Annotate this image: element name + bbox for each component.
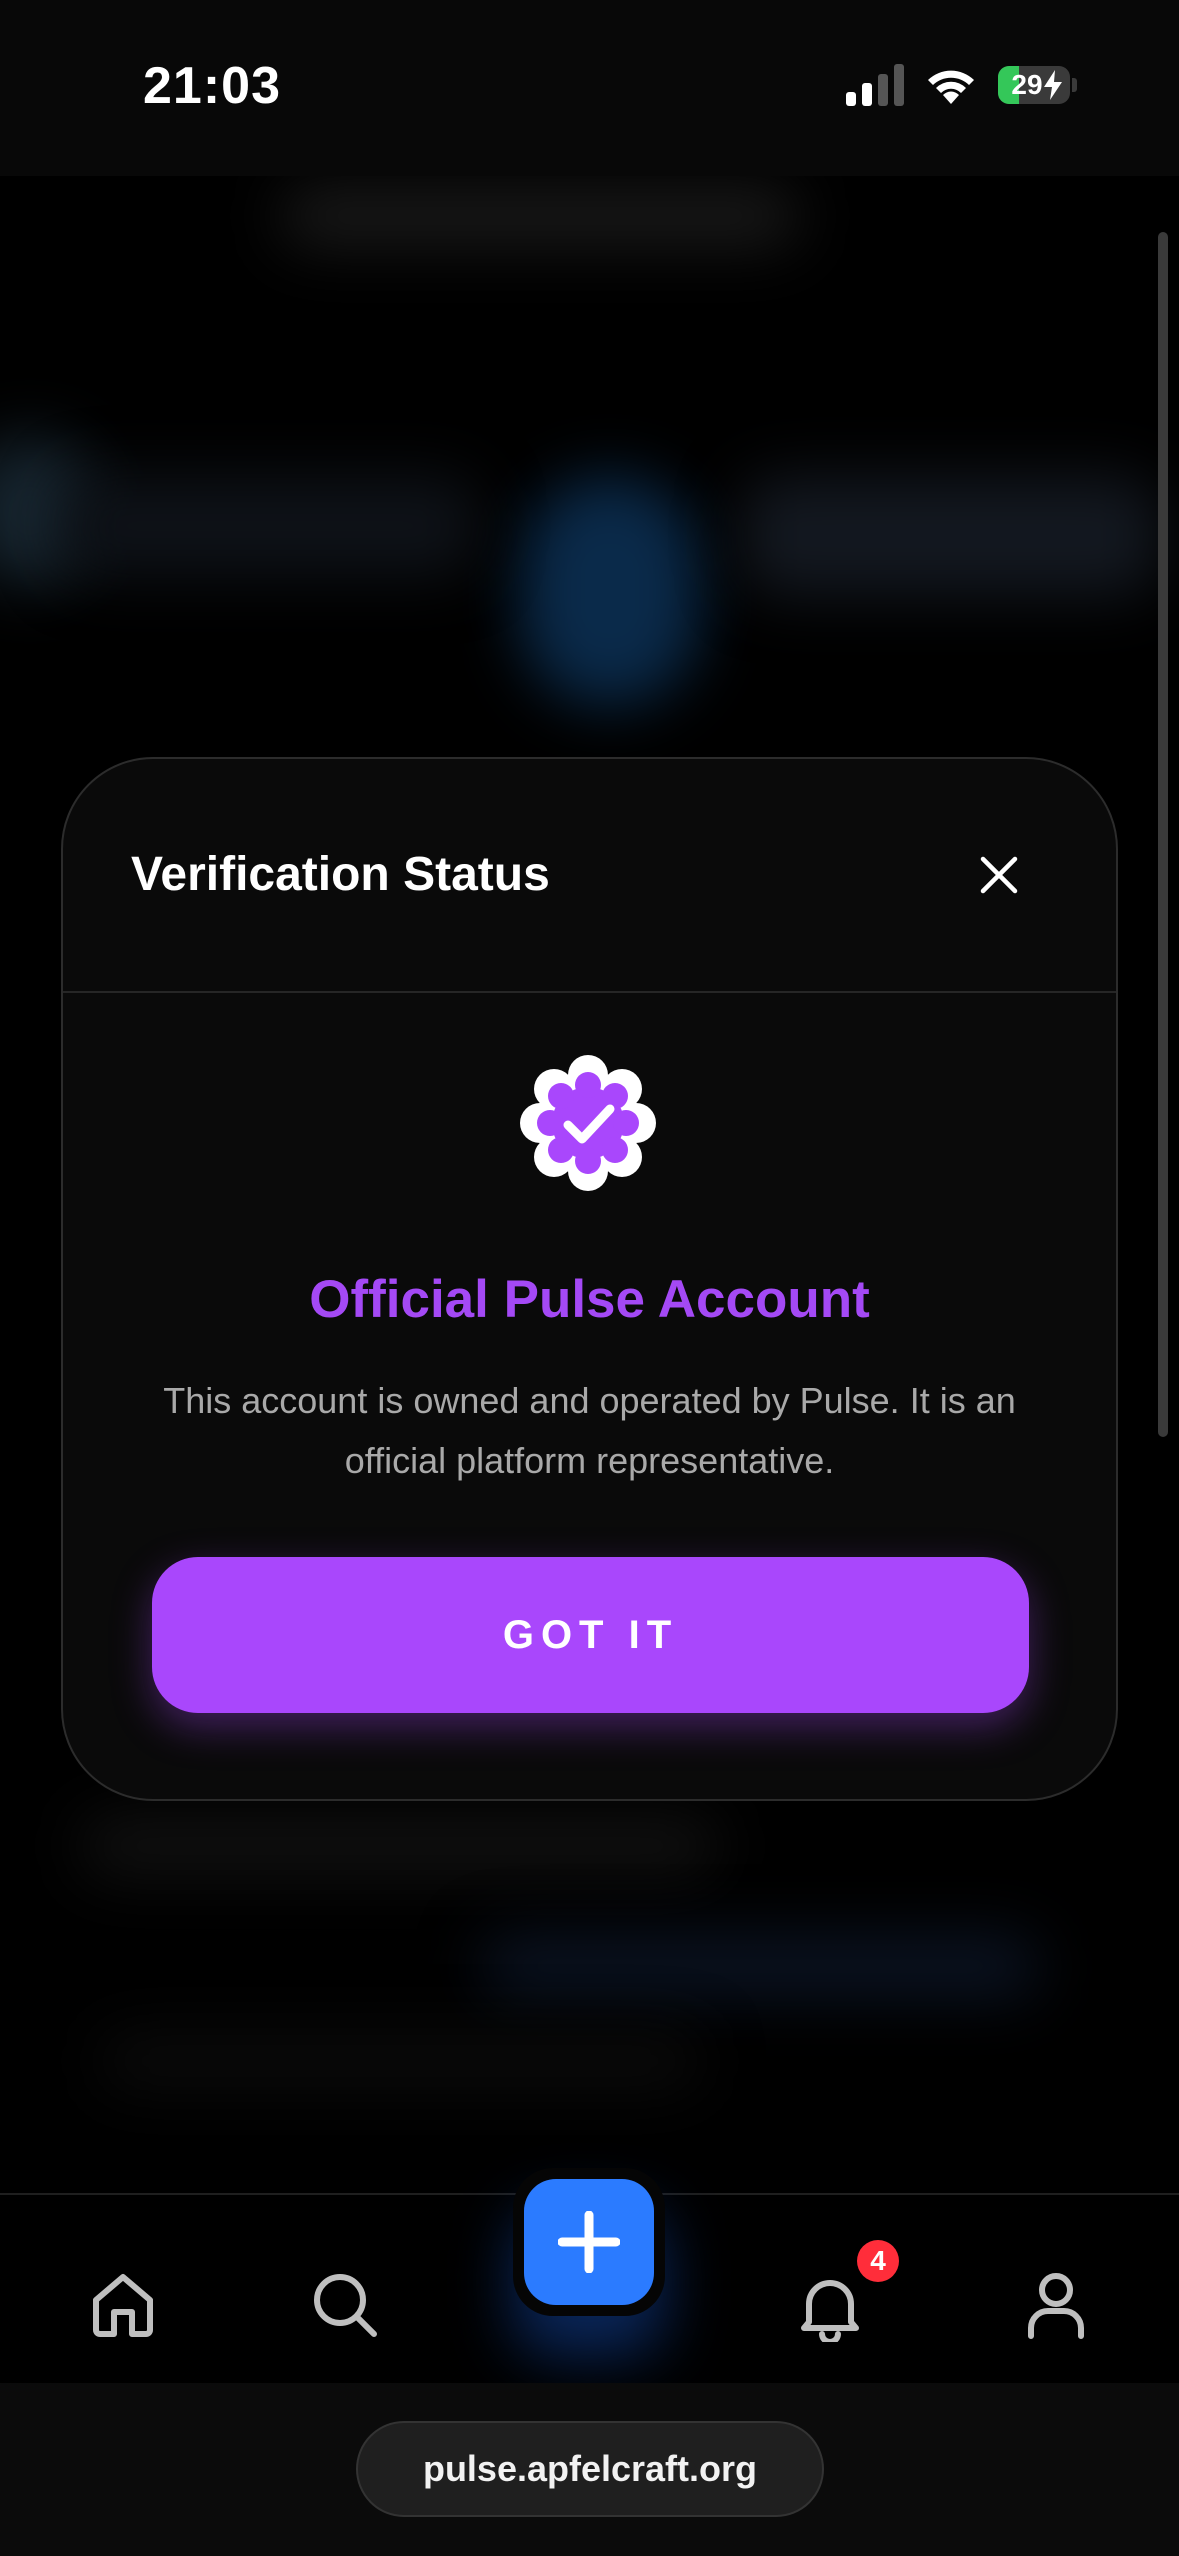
- modal-title: Verification Status: [131, 848, 550, 901]
- compose-button[interactable]: [513, 2168, 665, 2316]
- status-bar: 21:03 29: [0, 0, 1179, 176]
- modal-body-text: This account is owned and operated by Pu…: [163, 1380, 1016, 1481]
- url-bar[interactable]: pulse.apfelcraft.org: [356, 2421, 824, 2517]
- home-icon[interactable]: [88, 2270, 158, 2340]
- charging-bolt-icon: [1044, 70, 1062, 100]
- verification-modal: Verification Status Official Pulse Accou…: [61, 757, 1118, 1801]
- close-icon: [980, 856, 1018, 894]
- signal-icon: [846, 64, 904, 106]
- plus-icon: [558, 2211, 620, 2273]
- profile-icon[interactable]: [1021, 2270, 1091, 2340]
- scroll-indicator[interactable]: [1158, 232, 1168, 1437]
- status-time: 21:03: [143, 57, 281, 115]
- battery-icon: 29: [998, 66, 1078, 104]
- got-it-button[interactable]: GOT IT: [152, 1557, 1029, 1713]
- verified-badge-icon: [520, 1055, 656, 1191]
- modal-divider: [63, 991, 1116, 993]
- bell-icon[interactable]: [795, 2272, 865, 2342]
- browser-toolbar: pulse.apfelcraft.org: [0, 2383, 1179, 2556]
- notification-count-badge: 4: [857, 2240, 899, 2282]
- wifi-icon: [928, 70, 974, 104]
- close-button[interactable]: [967, 843, 1031, 907]
- search-icon[interactable]: [310, 2270, 380, 2340]
- modal-heading: Official Pulse Account: [309, 1270, 870, 1329]
